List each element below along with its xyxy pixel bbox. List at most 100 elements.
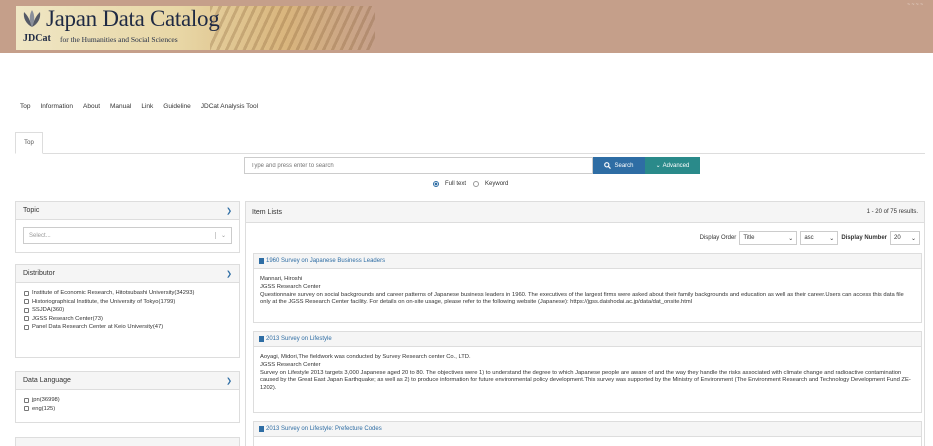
- display-order-value: Title: [743, 235, 755, 241]
- distributor-facet-title: Distributor: [23, 270, 55, 277]
- site-title[interactable]: Japan Data Catalog: [46, 6, 220, 32]
- language-list: jpn(36998) eng(125): [16, 390, 239, 421]
- checkbox[interactable]: [24, 397, 29, 403]
- nav-information[interactable]: Information: [40, 103, 73, 110]
- display-number-select[interactable]: 20 ⌄: [890, 231, 920, 245]
- topic-select-placeholder: Select...: [29, 232, 51, 239]
- checkbox[interactable]: [24, 316, 29, 321]
- distributor-option-label: SSJDA(360): [32, 307, 65, 313]
- header-top-right-text[interactable]: ~ ~ ~ ~: [907, 2, 923, 8]
- language-option-label: eng(125): [32, 405, 56, 412]
- display-number-value: 20: [894, 235, 901, 241]
- chevron-down-icon: ❯: [226, 207, 232, 215]
- language-facet-title: Data Language: [23, 377, 71, 384]
- display-order-label: Display Order: [699, 235, 737, 241]
- result-count: 1 - 20 of 75 results.: [866, 209, 918, 215]
- tab-bar: Top: [15, 132, 925, 154]
- list-item: 2013 Survey on Lifestyle: Prefecture Cod…: [253, 421, 922, 446]
- distributor-option-label: Panel Data Research Center at Keio Unive…: [32, 324, 164, 330]
- advanced-button-label: Advanced: [662, 162, 690, 169]
- item-list-header: Item Lists 1 - 20 of 75 results.: [246, 202, 924, 223]
- select-chevron-icon: ⌄: [214, 232, 226, 239]
- chevron-down-icon: ⌄: [655, 163, 661, 169]
- record-author: Aoyagi, Midori,The fieldwork was conduct…: [260, 354, 471, 360]
- record-author: Mannari, Hiroshi: [260, 276, 303, 282]
- language-option[interactable]: eng(125): [24, 406, 231, 412]
- distributor-option-label: Historiographical Institute, the Univers…: [32, 298, 176, 305]
- checkbox[interactable]: [24, 290, 29, 296]
- sort-direction-select[interactable]: asc ⌄: [800, 231, 839, 245]
- distributor-option-label: Institute of Economic Research, Hitotsub…: [32, 290, 195, 296]
- nav-about[interactable]: About: [83, 103, 100, 110]
- record-description: Survey on Lifestyle 2013 targets 3,000 J…: [260, 369, 911, 392]
- checkbox[interactable]: [24, 406, 29, 411]
- nav-manual[interactable]: Manual: [110, 103, 131, 110]
- radio-keyword[interactable]: [473, 181, 480, 187]
- nav-analysis-tool[interactable]: JDCat Analysis Tool: [201, 103, 258, 110]
- chevron-down-icon: ❯: [226, 377, 232, 385]
- distributor-option[interactable]: Panel Data Research Center at Keio Unive…: [24, 324, 231, 330]
- checkbox[interactable]: [24, 299, 29, 304]
- chevron-down-icon: ❯: [226, 270, 232, 278]
- distributor-option[interactable]: Historiographical Institute, the Univers…: [24, 299, 231, 305]
- display-order-select[interactable]: Title ⌄: [739, 231, 798, 245]
- record-title[interactable]: 2013 Survey on Lifestyle: [254, 332, 921, 347]
- record-title-text[interactable]: 2013 Survey on Lifestyle: [266, 336, 332, 342]
- topic-select[interactable]: Select... ⌄: [23, 227, 232, 244]
- language-facet-header[interactable]: Data Language ❯: [16, 372, 239, 390]
- record-title[interactable]: 1960 Survey on Japanese Business Leaders: [254, 254, 921, 269]
- main-nav: Top Information About Manual Link Guidel…: [20, 103, 258, 110]
- radio-keyword-label: Keyword: [485, 181, 509, 187]
- topic-facet-title: Topic: [23, 207, 40, 214]
- list-item: 2013 Survey on Lifestyle Aoyagi, Midori,…: [253, 331, 922, 413]
- next-facet-header[interactable]: [16, 438, 239, 446]
- nav-top[interactable]: Top: [20, 103, 30, 110]
- next-facet: [15, 437, 240, 446]
- site-subtitle: for the Humanities and Social Sciences: [60, 35, 178, 44]
- language-option[interactable]: jpn(36998): [24, 397, 231, 403]
- search-input[interactable]: [244, 157, 593, 174]
- chevron-down-icon: ⌄: [910, 235, 916, 242]
- search-icon: [604, 162, 612, 169]
- jdcat-emblem-icon: [23, 10, 41, 27]
- language-option-label: jpn(36998): [32, 397, 60, 403]
- display-order-bar: Display Order Title ⌄ asc ⌄ Display Numb…: [700, 231, 920, 245]
- record-body: Aoyagi, Midori,The fieldwork was conduct…: [254, 347, 921, 400]
- record-body: Mannari, Hiroshi JGSS Research Center Qu…: [254, 269, 921, 314]
- search-button[interactable]: Search: [593, 157, 645, 174]
- header-banner: Japan Data Catalog JDCat for the Humanit…: [0, 0, 933, 53]
- distributor-facet-header[interactable]: Distributor ❯: [16, 265, 239, 283]
- advanced-search-button[interactable]: ⌄ Advanced: [645, 157, 700, 174]
- record-description: Questionnaire survey on social backgroun…: [260, 291, 904, 306]
- distributor-option[interactable]: SSJDA(360): [24, 307, 231, 313]
- topic-facet: Topic ❯ Select... ⌄: [15, 201, 240, 253]
- document-icon: [259, 336, 264, 342]
- radio-full-text[interactable]: [433, 181, 439, 187]
- distributor-option[interactable]: Institute of Economic Research, Hitotsub…: [24, 290, 231, 296]
- banner-artwork: [210, 6, 375, 50]
- distributor-facet: Distributor ❯ Institute of Economic Rese…: [15, 264, 240, 358]
- nav-link[interactable]: Link: [141, 103, 153, 110]
- checkbox[interactable]: [24, 307, 29, 313]
- topic-facet-header[interactable]: Topic ❯: [16, 202, 239, 220]
- site-abbr: JDCat: [23, 33, 51, 44]
- sort-direction-value: asc: [804, 235, 814, 241]
- display-number-label: Display Number: [841, 235, 887, 241]
- record-distributor: JGSS Research Center: [260, 283, 321, 290]
- nav-guideline[interactable]: Guideline: [163, 103, 190, 110]
- record-title-text[interactable]: 1960 Survey on Japanese Business Leaders: [266, 258, 385, 264]
- record-title[interactable]: 2013 Survey on Lifestyle: Prefecture Cod…: [254, 422, 921, 437]
- distributor-list: Institute of Economic Research, Hitotsub…: [16, 283, 239, 340]
- checkbox[interactable]: [24, 324, 29, 330]
- record-distributor: JGSS Research Center: [260, 361, 321, 368]
- distributor-option[interactable]: JGSS Research Center(73): [24, 316, 231, 322]
- language-facet: Data Language ❯ jpn(36998) eng(125): [15, 371, 240, 423]
- tab-top[interactable]: Top: [15, 132, 43, 154]
- chevron-down-icon: ⌄: [788, 235, 794, 242]
- record-title-text[interactable]: 2013 Survey on Lifestyle: Prefecture Cod…: [266, 426, 382, 432]
- search-mode-radios: Full text Keyword: [433, 181, 508, 187]
- list-item: 1960 Survey on Japanese Business Leaders…: [253, 253, 922, 323]
- chevron-down-icon: ⌄: [829, 235, 835, 242]
- item-list-title: Item Lists: [252, 208, 282, 216]
- item-list-panel: Item Lists 1 - 20 of 75 results. Display…: [245, 201, 925, 446]
